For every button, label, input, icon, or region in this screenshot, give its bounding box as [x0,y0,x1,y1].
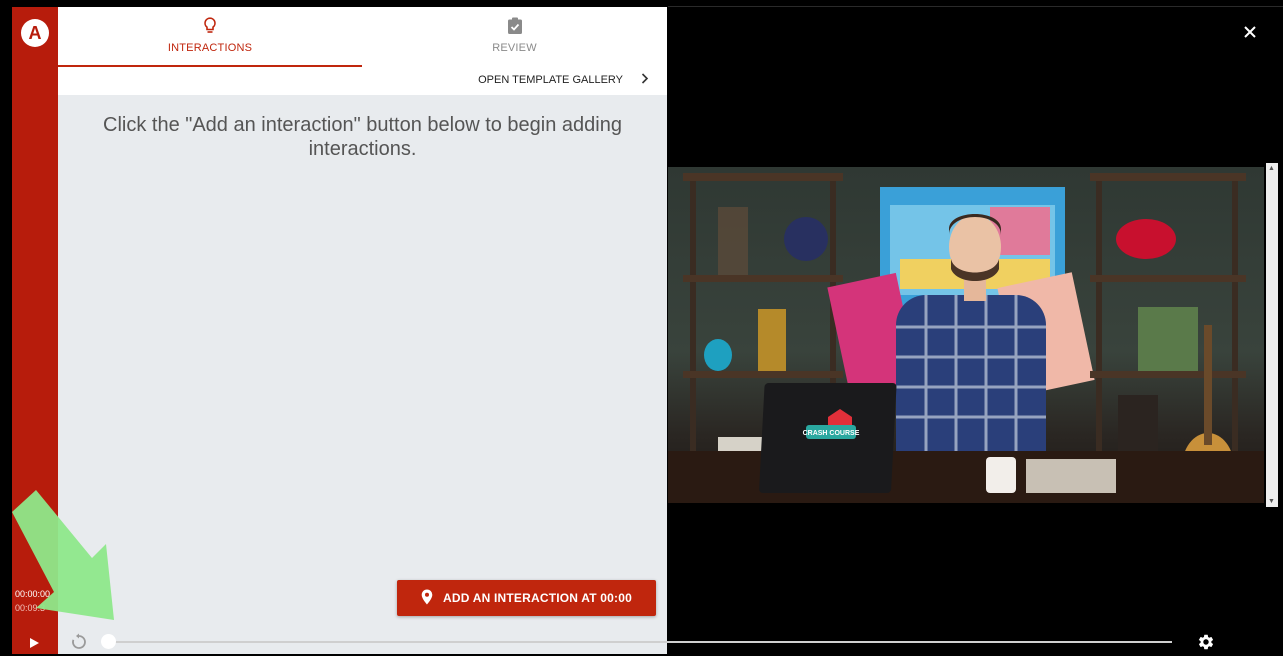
book-stack [1026,459,1116,493]
laptop: CRASH COURSE [759,383,897,493]
replay-button[interactable] [70,633,88,656]
open-template-gallery-link[interactable]: OPEN TEMPLATE GALLERY [478,73,649,87]
tab-interactions[interactable]: INTERACTIONS [58,7,362,67]
chevron-right-icon [641,73,649,87]
empty-message-line2: interactions. [308,138,417,160]
tab-review[interactable]: REVIEW [362,7,667,67]
gallery-link-label: OPEN TEMPLATE GALLERY [478,74,623,86]
replay-icon [72,633,86,649]
lightbulb-icon [203,17,217,40]
progress-scrubber[interactable] [101,634,116,649]
top-divider [668,6,1283,7]
close-icon [1244,26,1256,38]
scroll-up-icon[interactable]: ▲ [1268,165,1275,172]
add-interaction-button[interactable]: ADD AN INTERACTION AT 00:00 [397,580,656,616]
desk [668,451,1264,503]
scroll-down-icon[interactable]: ▼ [1268,498,1275,505]
empty-message-line1: Click the "Add an interaction" button be… [103,114,622,136]
play-button[interactable] [28,636,40,654]
add-interaction-label: ADD AN INTERACTION AT 00:00 [443,591,632,605]
crash-course-sticker: CRASH COURSE [803,430,860,437]
gear-icon [1198,634,1214,650]
active-tab-indicator [58,65,362,67]
video-interaction-editor: A 00:00:00 00:09:3 INTERACTIONS REVIEW O… [0,0,1283,654]
clipboard-check-icon [507,17,523,40]
close-button[interactable] [1243,23,1257,43]
play-icon [30,638,39,648]
map-pin-icon [421,589,433,608]
video-frame: CRASH COURSE [668,173,1264,503]
pointer-arrow-annotation [8,486,120,631]
video-scrollbar[interactable]: ▲ ▼ [1266,163,1278,507]
panel-header: INTERACTIONS REVIEW OPEN TEMPLATE GALLER… [58,7,667,95]
app-logo[interactable]: A [21,19,49,47]
progress-track[interactable] [108,641,1172,643]
settings-button[interactable] [1197,633,1215,656]
empty-state-message: Click the "Add an interaction" button be… [88,113,637,161]
interactions-panel: INTERACTIONS REVIEW OPEN TEMPLATE GALLER… [58,7,667,654]
tab-review-label: REVIEW [492,42,537,54]
tab-interactions-label: INTERACTIONS [167,42,253,54]
video-player[interactable]: CRASH COURSE [668,167,1264,503]
mug [986,457,1016,493]
